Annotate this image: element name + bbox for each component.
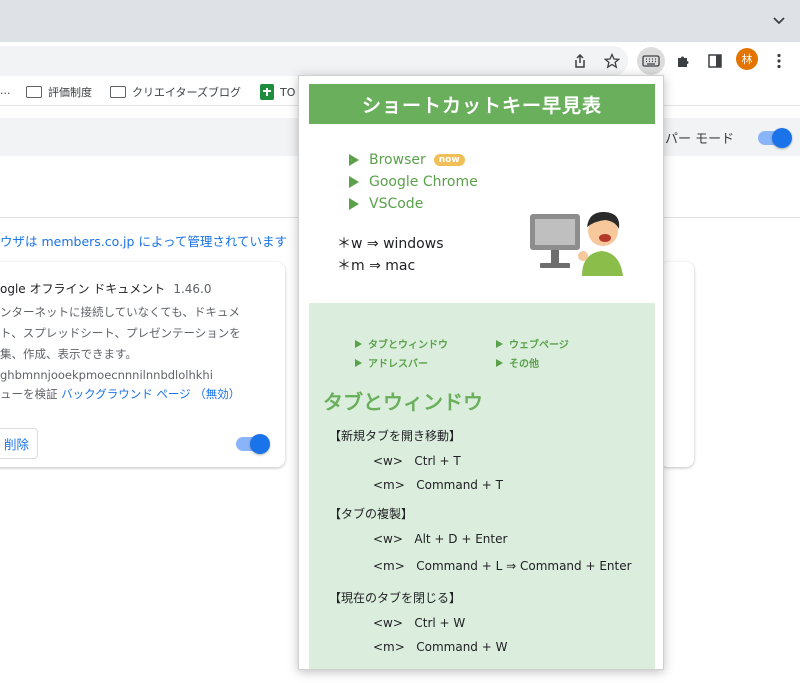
browser-item-vscode[interactable]: VSCode [349, 193, 478, 215]
more-icon[interactable] [768, 50, 790, 72]
bookmark-item[interactable]: 評価制度 [26, 84, 92, 100]
avatar[interactable]: 林 [736, 48, 758, 70]
triangle-icon [349, 154, 359, 166]
inspect-label: ューを検証 [0, 387, 62, 401]
extension-description: ンターネットに接続していなくても、ドキュメ ト、スプレッドシート、プレゼンテーシ… [0, 305, 241, 361]
shortcut-mac: <m> Command + L ⇒ Command + Enter [373, 559, 632, 573]
background-page-link[interactable]: バックグラウンド ページ （無効） [61, 387, 240, 401]
popup-title: ショートカットキー早見表 [309, 84, 655, 124]
bookmark-label: クリエイターズブログ [132, 86, 242, 99]
bookmark-overflow-label: ... [0, 84, 11, 97]
bookmark-item[interactable]: クリエイターズブログ [110, 84, 241, 100]
star-icon[interactable] [601, 50, 623, 72]
os-note-windows: ＊w ⇒ windows [337, 236, 444, 252]
os-note-mac: ＊m ⇒ mac [337, 258, 416, 274]
toc-link[interactable]: タブとウィンドウ [355, 336, 448, 351]
folder-icon [26, 86, 42, 98]
shortcut-heading: 【タブの複製】 [329, 507, 414, 521]
inspect-views: ューを検証 バックグラウンド ページ （無効） [0, 386, 240, 402]
puzzle-icon[interactable] [673, 50, 695, 72]
extension-card [660, 262, 694, 467]
toc-link[interactable]: アドレスバー [355, 355, 428, 370]
extension-title: ogle オフライン ドキュメント 1.46.0 [0, 280, 211, 297]
bookmark-label: 評価制度 [48, 86, 92, 99]
browser-list: Browser now Google Chrome VSCode [349, 149, 478, 215]
shortcut-popup: ショートカットキー早見表 Browser now Google Chrome V… [298, 75, 664, 670]
now-badge: now [433, 154, 465, 166]
triangle-icon [349, 176, 359, 188]
shortcut-heading: 【現在のタブを閉じる】 [329, 591, 462, 605]
browser-item-browser[interactable]: Browser now [349, 149, 478, 171]
toc-link[interactable]: ウェブページ [496, 336, 569, 351]
browser-label: Google Chrome [369, 174, 478, 190]
triangle-icon [355, 339, 362, 348]
triangle-icon [349, 198, 359, 210]
toc-label: タブとウィンドウ [368, 340, 448, 351]
chevron-down-icon[interactable] [772, 13, 786, 27]
toc-label: アドレスバー [368, 359, 428, 370]
browser-label: Browser [369, 152, 426, 168]
shortcut-mac: <m> Command + T [373, 478, 503, 492]
keyboard-icon[interactable] [637, 47, 665, 75]
person-at-computer-illustration [530, 211, 623, 276]
bookmark-label: TO [280, 85, 296, 99]
address-bar[interactable] [0, 46, 628, 76]
extension-version: 1.46.0 [173, 282, 212, 296]
browser-label: VSCode [369, 196, 424, 212]
shortcut-windows: <w> Alt + D + Enter [373, 532, 508, 546]
triangle-icon [496, 358, 503, 367]
sheets-icon [260, 84, 274, 100]
developer-mode-label: ッパー モード [652, 132, 735, 147]
section-title: タブとウィンドウ [323, 390, 483, 414]
tab-strip [0, 0, 800, 42]
triangle-icon [355, 358, 362, 367]
shortcut-heading: 【新規タブを開き移動】 [329, 429, 462, 443]
shortcut-windows: <w> Ctrl + W [373, 616, 466, 630]
shortcut-windows: <w> Ctrl + T [373, 454, 461, 468]
extension-id: ghbmnnjooekpmoecnnnilnnbdlolhkhi [0, 368, 213, 382]
folder-icon [110, 86, 126, 98]
browser-item-chrome[interactable]: Google Chrome [349, 171, 478, 193]
shortcut-content: タブとウィンドウ ウェブページ アドレスバー その他 タブとウィンドウ 【新規タ… [309, 303, 655, 669]
toc-label: その他 [509, 359, 539, 370]
bookmark-overflow[interactable]: ... [0, 84, 11, 97]
sidepanel-icon[interactable] [704, 50, 726, 72]
developer-mode-toggle[interactable] [758, 128, 792, 148]
remove-button[interactable]: 削除 [0, 428, 38, 459]
shortcut-mac: <m> Command + W [373, 640, 508, 654]
toc-link[interactable]: その他 [496, 355, 539, 370]
managed-notice[interactable]: ウザは members.co.jp によって管理されています [0, 231, 287, 250]
extension-enable-toggle[interactable] [236, 434, 270, 454]
toc-label: ウェブページ [509, 340, 569, 351]
share-icon[interactable] [569, 50, 591, 72]
triangle-icon [496, 339, 503, 348]
extension-name: ogle オフライン ドキュメント [0, 282, 166, 296]
bookmark-item[interactable]: TO [260, 84, 295, 100]
